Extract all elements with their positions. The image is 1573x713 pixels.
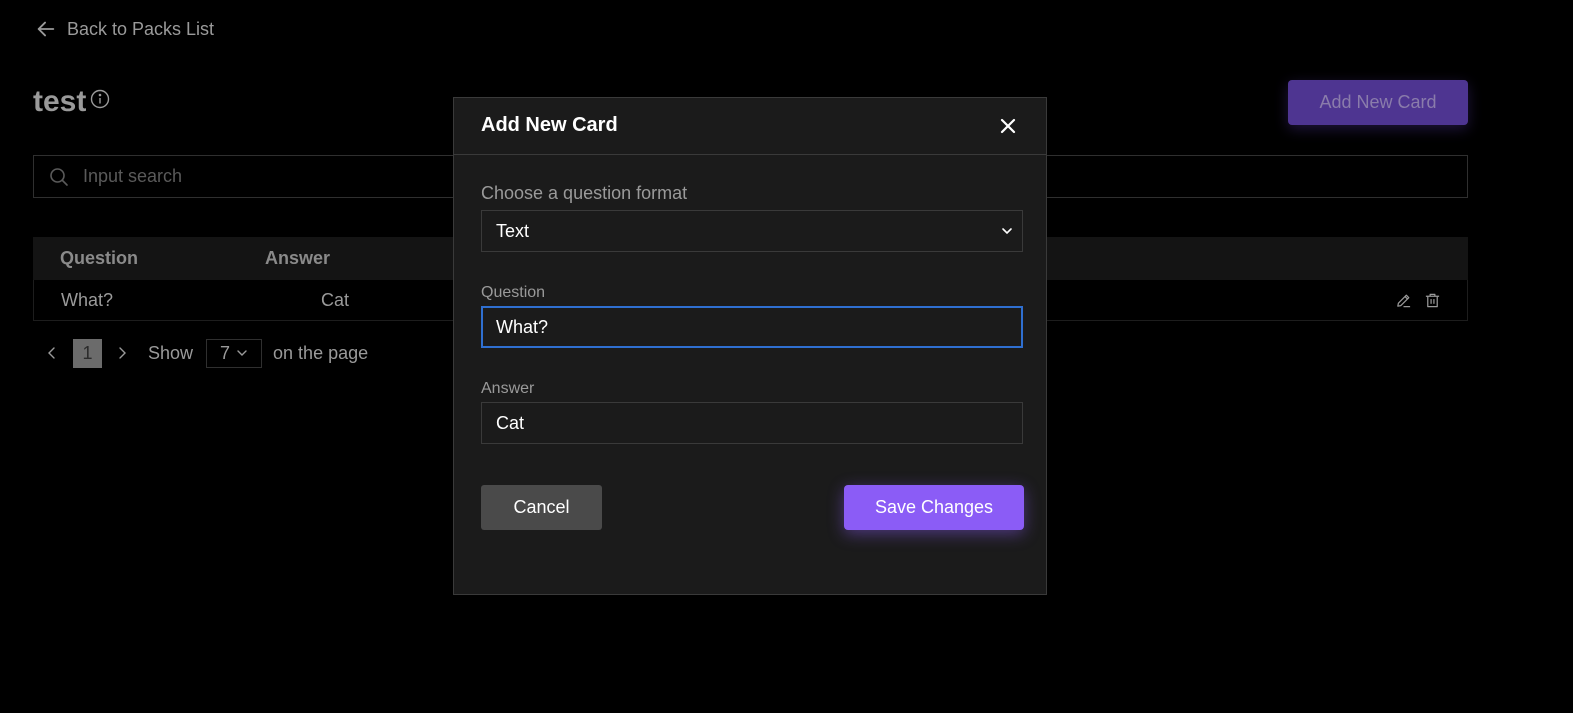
question-label: Question <box>481 284 546 301</box>
info-icon[interactable] <box>90 89 110 109</box>
close-icon <box>1000 118 1016 134</box>
close-button[interactable] <box>996 114 1020 138</box>
page-number-current[interactable]: 1 <box>73 338 102 368</box>
answer-label: Answer <box>481 380 535 397</box>
cancel-button[interactable]: Cancel <box>481 485 602 530</box>
chevron-right-icon[interactable] <box>114 345 130 361</box>
search-icon <box>50 167 68 186</box>
modal-title: Add New Card <box>481 114 618 136</box>
format-label: Choose a question format <box>481 183 688 203</box>
show-label: Show <box>148 342 194 363</box>
edit-icon[interactable] <box>1395 292 1412 309</box>
on-the-page-label: on the page <box>273 342 369 363</box>
pack-title-text: test <box>33 85 87 118</box>
page-size-select[interactable]: 7 <box>206 338 263 368</box>
column-header-answer[interactable]: Answer <box>265 248 330 269</box>
page-size-value: 7 <box>220 342 231 363</box>
pack-title: test <box>33 84 110 120</box>
format-select-value: Text <box>496 220 530 241</box>
question-format-select[interactable]: Text <box>481 210 1023 252</box>
question-input[interactable] <box>481 306 1023 348</box>
chevron-down-icon <box>1002 228 1012 235</box>
add-card-modal: Add New Card Choose a question format Te… <box>453 97 1047 595</box>
cell-answer: Cat <box>321 289 350 310</box>
row-actions <box>1395 292 1441 309</box>
back-to-packs-link[interactable]: Back to Packs List <box>35 17 214 41</box>
save-changes-button[interactable]: Save Changes <box>844 485 1024 530</box>
chevron-left-icon[interactable] <box>44 345 60 361</box>
back-link-label: Back to Packs List <box>67 18 215 39</box>
answer-input[interactable] <box>481 402 1023 444</box>
trash-icon[interactable] <box>1424 292 1441 309</box>
add-new-card-button[interactable]: Add New Card <box>1288 80 1468 125</box>
modal-header: Add New Card <box>454 98 1046 155</box>
pagination: 1 Show 7 on the page <box>44 338 368 368</box>
cell-question: What? <box>61 289 114 310</box>
arrow-left-icon <box>37 21 55 37</box>
chevron-down-icon <box>237 350 247 356</box>
column-header-question[interactable]: Question <box>60 248 138 269</box>
